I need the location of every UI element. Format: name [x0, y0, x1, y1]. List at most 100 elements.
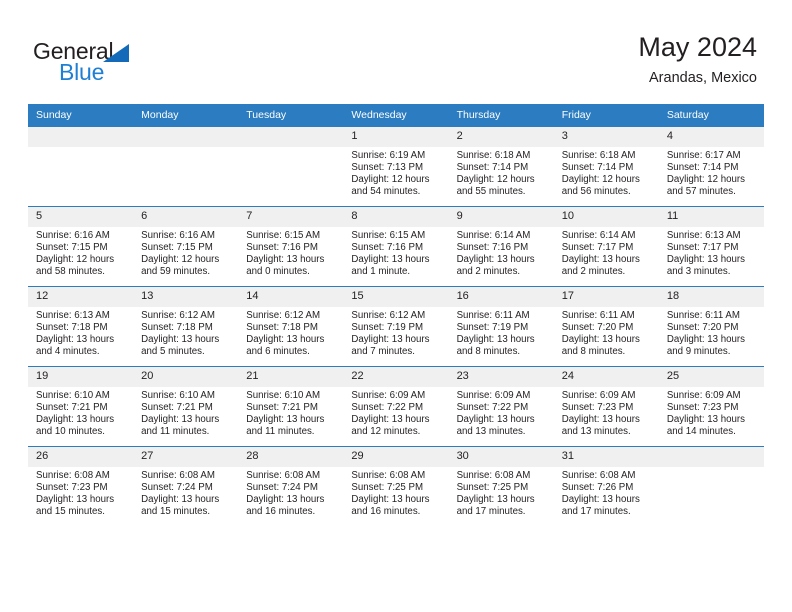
calendar-day-cell[interactable]: 26 Sunrise: 6:08 AM Sunset: 7:23 PM Dayligh… [28, 446, 134, 526]
sunrise-time: Sunrise: 6:08 AM [246, 470, 321, 481]
calendar-day-cell[interactable]: 13 Sunrise: 6:12 AM Sunset: 7:18 PM Dayligh… [133, 286, 239, 367]
day-details [133, 147, 238, 150]
sunset-time: Sunset: 7:23 PM [36, 482, 108, 494]
sunrise-time: Sunrise: 6:16 AM [36, 230, 110, 241]
calendar-day-cell[interactable]: 1 Sunrise: 6:19 AM Sunset: 7:13 PM Daylight… [343, 127, 449, 207]
calendar-day-cell[interactable]: 17 Sunrise: 6:11 AM Sunset: 7:20 PM Dayligh… [553, 286, 659, 367]
calendar-day-cell[interactable]: 29 Sunrise: 6:08 AM Sunset: 7:25 PM Dayligh… [343, 446, 449, 526]
calendar-day-cell[interactable]: 30 Sunrise: 6:08 AM Sunset: 7:25 PM Dayligh… [448, 446, 554, 526]
daylight-hours: Daylight: 13 hours [36, 494, 115, 506]
sunrise-time: Sunrise: 6:08 AM [561, 470, 636, 481]
daylight-minutes: and 0 minutes. [246, 266, 310, 278]
sunset-time: Sunset: 7:16 PM [456, 242, 529, 254]
sunrise-time: Sunrise: 6:10 AM [141, 390, 215, 401]
calendar-day-cell[interactable]: 25 Sunrise: 6:09 AM Sunset: 7:23 PM Dayligh… [658, 366, 764, 447]
day-details: Sunrise: 6:09 AM Sunset: 7:22 PM Daylight:… [449, 387, 554, 438]
day-number: 12 [28, 287, 134, 307]
calendar-day-cell[interactable]: 8 Sunrise: 6:15 AM Sunset: 7:16 PM Daylight… [343, 206, 449, 287]
day-details: Sunrise: 6:19 AM Sunset: 7:13 PM Daylight:… [343, 147, 448, 198]
day-details: Sunrise: 6:16 AM Sunset: 7:15 PM Daylight:… [28, 227, 133, 278]
day-number: 13 [133, 287, 239, 307]
day-number: 2 [448, 127, 554, 147]
calendar-header-row: Sunday Monday Tuesday Wednesday Thursday Frid… [28, 104, 764, 127]
day-details: Sunrise: 6:18 AM Sunset: 7:14 PM Daylight:… [449, 147, 554, 198]
sunrise-time: Sunrise: 6:10 AM [36, 390, 110, 401]
daylight-minutes: and 17 minutes. [456, 506, 526, 518]
calendar-day-cell[interactable]: 5 Sunrise: 6:16 AM Sunset: 7:15 PM Daylight… [28, 206, 134, 287]
calendar-day-cell[interactable]: 14 Sunrise: 6:12 AM Sunset: 7:18 PM Dayligh… [238, 286, 344, 367]
sunrise-time: Sunrise: 6:09 AM [456, 390, 531, 401]
calendar-day-cell[interactable]: 19 Sunrise: 6:10 AM Sunset: 7:21 PM Dayligh… [28, 366, 134, 447]
daylight-hours: Daylight: 13 hours [246, 254, 325, 266]
weekday-header-friday: Friday [553, 104, 659, 127]
calendar-day-cell[interactable]: 23 Sunrise: 6:09 AM Sunset: 7:22 PM Dayligh… [448, 366, 554, 447]
daylight-minutes: and 16 minutes. [351, 506, 421, 518]
day-details: Sunrise: 6:09 AM Sunset: 7:23 PM Daylight:… [554, 387, 659, 438]
sunrise-time: Sunrise: 6:16 AM [141, 230, 215, 241]
calendar-table: Sunday Monday Tuesday Wednesday Thursday Frid… [28, 104, 764, 526]
sunset-time: Sunset: 7:23 PM [666, 402, 739, 414]
calendar-day-cell[interactable]: 15 Sunrise: 6:12 AM Sunset: 7:19 PM Dayligh… [343, 286, 449, 367]
day-number: 17 [553, 287, 659, 307]
calendar-day-cell[interactable]: 12 Sunrise: 6:13 AM Sunset: 7:18 PM Dayligh… [28, 286, 134, 367]
calendar-day-cell[interactable]: 6 Sunrise: 6:16 AM Sunset: 7:15 PM Daylight… [133, 206, 239, 287]
sunset-time: Sunset: 7:14 PM [561, 162, 634, 174]
calendar-day-cell[interactable]: 9 Sunrise: 6:14 AM Sunset: 7:16 PM Daylight… [448, 206, 554, 287]
calendar-day-cell[interactable]: 7 Sunrise: 6:15 AM Sunset: 7:16 PM Daylight… [238, 206, 344, 287]
calendar-day-cell[interactable]: 31 Sunrise: 6:08 AM Sunset: 7:26 PM Dayligh… [553, 446, 659, 526]
sunset-time: Sunset: 7:16 PM [351, 242, 424, 254]
calendar-day-cell[interactable]: 20 Sunrise: 6:10 AM Sunset: 7:21 PM Dayligh… [133, 366, 239, 447]
daylight-hours: Daylight: 13 hours [351, 254, 430, 266]
sunrise-time: Sunrise: 6:08 AM [456, 470, 531, 481]
daylight-minutes: and 59 minutes. [141, 266, 211, 278]
daylight-hours: Daylight: 12 hours [36, 254, 115, 266]
day-details: Sunrise: 6:17 AM Sunset: 7:14 PM Daylight:… [659, 147, 764, 198]
calendar-day-cell[interactable]: 22 Sunrise: 6:09 AM Sunset: 7:22 PM Dayligh… [343, 366, 449, 447]
sunrise-time: Sunrise: 6:11 AM [666, 310, 740, 321]
daylight-hours: Daylight: 13 hours [666, 414, 745, 426]
day-details: Sunrise: 6:13 AM Sunset: 7:17 PM Daylight:… [659, 227, 764, 278]
calendar-day-cell-empty [238, 127, 344, 207]
calendar-day-cell[interactable]: 11 Sunrise: 6:13 AM Sunset: 7:17 PM Dayligh… [658, 206, 764, 287]
day-number: 23 [448, 367, 554, 387]
day-number: 14 [238, 287, 344, 307]
calendar-day-cell[interactable]: 28 Sunrise: 6:08 AM Sunset: 7:24 PM Dayligh… [238, 446, 344, 526]
day-details [28, 147, 133, 150]
daylight-hours: Daylight: 13 hours [456, 414, 535, 426]
calendar-day-cell[interactable]: 10 Sunrise: 6:14 AM Sunset: 7:17 PM Dayligh… [553, 206, 659, 287]
sunrise-time: Sunrise: 6:12 AM [246, 310, 321, 321]
day-number [28, 127, 134, 147]
sunset-time: Sunset: 7:25 PM [456, 482, 529, 494]
page-subtitle: Arandas, Mexico [649, 70, 757, 86]
calendar-day-cell[interactable]: 4 Sunrise: 6:17 AM Sunset: 7:14 PM Daylight… [658, 127, 764, 207]
sunrise-time: Sunrise: 6:17 AM [666, 150, 741, 161]
day-details: Sunrise: 6:15 AM Sunset: 7:16 PM Daylight:… [238, 227, 343, 278]
generalblue-logo[interactable]: General Blue [33, 38, 233, 90]
daylight-hours: Daylight: 13 hours [561, 494, 640, 506]
calendar-day-cell[interactable]: 2 Sunrise: 6:18 AM Sunset: 7:14 PM Daylight… [448, 127, 554, 207]
calendar-day-cell[interactable]: 18 Sunrise: 6:11 AM Sunset: 7:20 PM Dayligh… [658, 286, 764, 367]
daylight-minutes: and 15 minutes. [36, 506, 105, 518]
day-details: Sunrise: 6:09 AM Sunset: 7:23 PM Daylight:… [659, 387, 764, 438]
calendar-day-cell[interactable]: 3 Sunrise: 6:18 AM Sunset: 7:14 PM Daylight… [553, 127, 659, 207]
calendar-week-row: 26 Sunrise: 6:08 AM Sunset: 7:23 PM Dayligh… [28, 446, 764, 526]
daylight-hours: Daylight: 13 hours [666, 334, 745, 346]
sunset-time: Sunset: 7:21 PM [36, 402, 108, 414]
sunset-time: Sunset: 7:24 PM [246, 482, 318, 494]
calendar-day-cell[interactable]: 21 Sunrise: 6:10 AM Sunset: 7:21 PM Dayligh… [238, 366, 344, 447]
sunrise-time: Sunrise: 6:13 AM [36, 310, 110, 321]
sunrise-time: Sunrise: 6:11 AM [456, 310, 530, 321]
day-details: Sunrise: 6:15 AM Sunset: 7:16 PM Daylight:… [343, 227, 448, 278]
sunset-time: Sunset: 7:26 PM [561, 482, 634, 494]
sunset-time: Sunset: 7:20 PM [561, 322, 634, 334]
sunrise-time: Sunrise: 6:14 AM [456, 230, 531, 241]
daylight-hours: Daylight: 13 hours [351, 414, 430, 426]
day-number: 1 [343, 127, 449, 147]
sunrise-time: Sunrise: 6:18 AM [561, 150, 636, 161]
title-block: May 2024 Arandas, Mexico [638, 31, 757, 88]
calendar-day-cell[interactable]: 16 Sunrise: 6:11 AM Sunset: 7:19 PM Dayligh… [448, 286, 554, 367]
calendar-day-cell[interactable]: 24 Sunrise: 6:09 AM Sunset: 7:23 PM Dayligh… [553, 366, 659, 447]
daylight-minutes: and 8 minutes. [561, 346, 626, 358]
day-details: Sunrise: 6:10 AM Sunset: 7:21 PM Daylight:… [133, 387, 238, 438]
calendar-day-cell[interactable]: 27 Sunrise: 6:08 AM Sunset: 7:24 PM Dayligh… [133, 446, 239, 526]
